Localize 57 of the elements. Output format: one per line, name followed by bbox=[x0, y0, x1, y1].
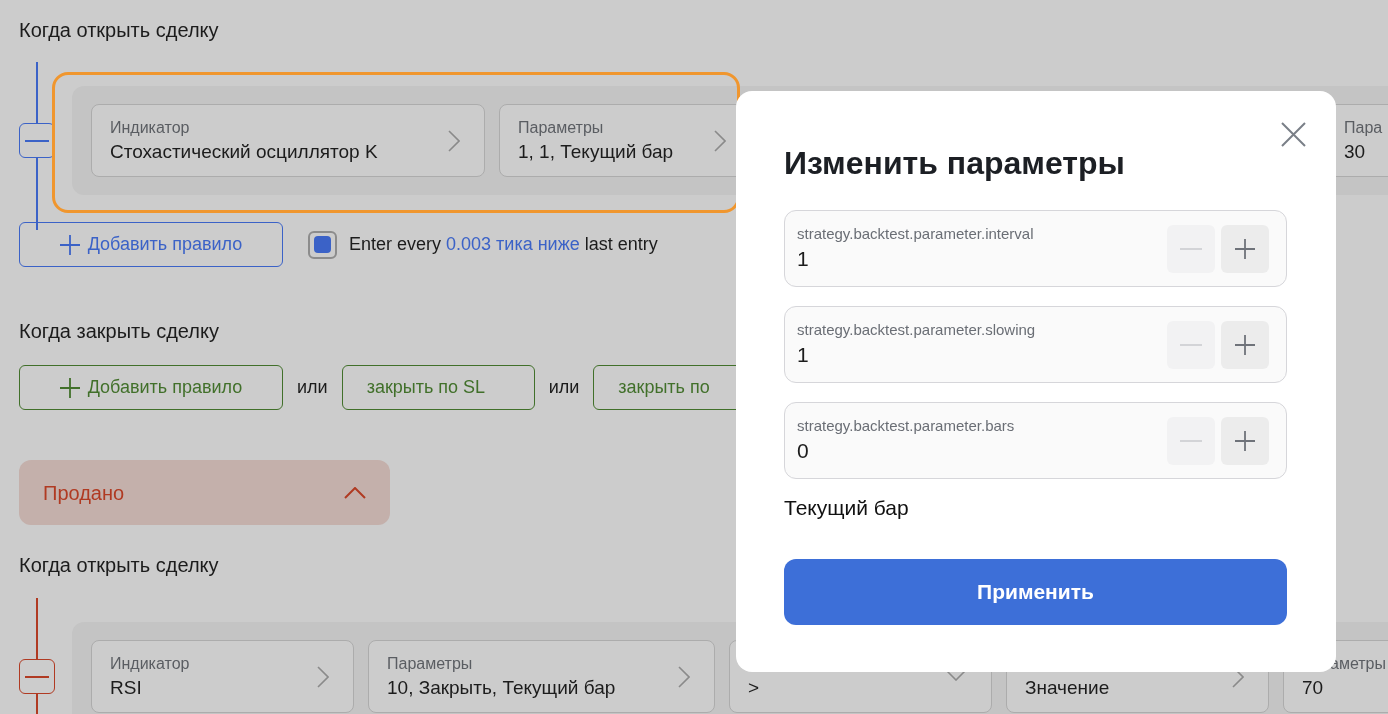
field-value: 1 bbox=[797, 245, 810, 272]
number-field[interactable]: strategy.backtest.parameter.bars 0 bbox=[784, 402, 1287, 479]
plus-icon bbox=[1235, 430, 1255, 451]
field-value: 0 bbox=[797, 437, 810, 464]
add-rule-button[interactable]: Добавить правило bbox=[19, 365, 283, 410]
field-value: RSI bbox=[110, 675, 143, 700]
field-label: strategy.backtest.parameter.slowing bbox=[797, 319, 1036, 340]
close-rule-button[interactable]: закрыть по SL bbox=[341, 365, 535, 410]
increment-button[interactable] bbox=[1221, 416, 1269, 465]
apply-button[interactable]: Применить bbox=[784, 559, 1287, 625]
field-value: 1 bbox=[797, 341, 810, 368]
selector-field[interactable]: Индикатор RSI bbox=[91, 640, 354, 713]
rule-text: last entry bbox=[584, 233, 658, 256]
chevron-right-icon bbox=[714, 129, 726, 152]
plus-icon bbox=[1235, 238, 1255, 259]
field-value: 10, Закрыть, Текущий бар bbox=[387, 675, 616, 700]
increment-button[interactable] bbox=[1221, 320, 1269, 369]
remove-rule-button[interactable] bbox=[19, 123, 55, 158]
field-label: strategy.backtest.parameter.bars bbox=[797, 415, 1015, 436]
selector-field[interactable]: Индикатор Стохастический осциллятор K bbox=[91, 104, 485, 177]
field-label: Пара bbox=[1344, 117, 1383, 138]
chevron-down-icon bbox=[945, 669, 967, 681]
selector-field[interactable]: Параметры 10, Закрыть, Текущий бар bbox=[368, 640, 715, 713]
increment-button[interactable] bbox=[1221, 224, 1269, 273]
or-text: или bbox=[297, 376, 328, 399]
chevron-right-icon bbox=[317, 665, 329, 688]
plus-icon bbox=[59, 377, 80, 398]
number-field[interactable]: strategy.backtest.parameter.slowing 1 bbox=[784, 306, 1287, 383]
field-value: Значение bbox=[1025, 675, 1110, 700]
section-heading: Когда открыть сделку bbox=[19, 553, 219, 578]
section-heading: Когда открыть сделку bbox=[19, 18, 219, 43]
number-field[interactable]: strategy.backtest.parameter.interval 1 bbox=[784, 210, 1287, 287]
or-text: или bbox=[548, 376, 580, 399]
field-label: Индикатор bbox=[110, 653, 190, 674]
plus-icon bbox=[1235, 334, 1255, 355]
section-heading: Когда закрыть сделку bbox=[19, 319, 219, 344]
minus-icon bbox=[25, 675, 49, 678]
plus-icon bbox=[59, 234, 80, 255]
chevron-right-icon bbox=[678, 665, 690, 688]
chevron-right-icon bbox=[448, 129, 460, 152]
parameter-note: Текущий бар bbox=[784, 495, 910, 521]
minus-icon bbox=[25, 139, 49, 142]
field-value: > bbox=[748, 675, 760, 700]
rule-text: Enter every bbox=[349, 233, 442, 256]
field-value: Стохастический осциллятор K bbox=[110, 139, 378, 164]
field-label: Параметры bbox=[518, 117, 605, 138]
close-button[interactable] bbox=[1280, 121, 1306, 147]
remove-rule-button[interactable] bbox=[19, 659, 55, 694]
field-label: Параметры bbox=[387, 653, 474, 674]
field-label: strategy.backtest.parameter.interval bbox=[797, 223, 1034, 244]
checkbox[interactable] bbox=[308, 230, 337, 259]
field-value: 70 bbox=[1302, 675, 1325, 700]
close-icon bbox=[1280, 121, 1306, 147]
field-value: 1, 1, Текущий бар bbox=[518, 139, 674, 164]
field-label: Индикатор bbox=[110, 117, 191, 138]
field-value: 30 bbox=[1344, 139, 1367, 164]
dialog-title: Изменить параметры bbox=[784, 144, 1126, 183]
